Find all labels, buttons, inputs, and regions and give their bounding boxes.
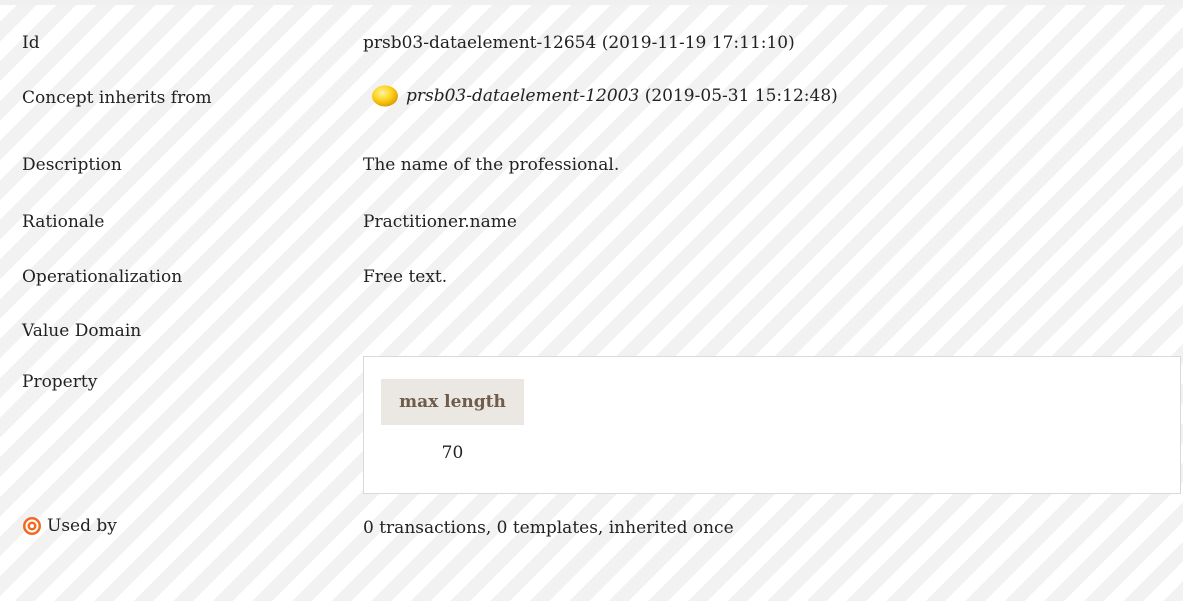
id-value: prsb03-dataelement-12654 (2019-11-19 17:… xyxy=(363,33,795,53)
used-by-label: Used by xyxy=(47,516,117,536)
rationale-value: Practitioner.name xyxy=(363,212,517,232)
property-label: Property xyxy=(22,372,98,392)
operationalization-value: Free text. xyxy=(363,267,448,287)
operationalization-label: Operationalization xyxy=(22,267,183,287)
description-label: Description xyxy=(22,155,122,175)
property-table: max length 70 xyxy=(363,356,1181,494)
used-by-label-wrap: Used by xyxy=(22,516,117,536)
value-domain-label: Value Domain xyxy=(22,321,142,341)
used-by-value: 0 transactions, 0 templates, inherited o… xyxy=(363,518,734,538)
inherits-label: Concept inherits from xyxy=(22,88,212,108)
inherits-link[interactable]: prsb03-dataelement-12003 xyxy=(406,86,639,106)
inherits-date: (2019-05-31 15:12:48) xyxy=(639,86,838,106)
inherits-value: prsb03-dataelement-12003 (2019-05-31 15:… xyxy=(370,84,838,108)
property-value-max-length: 70 xyxy=(441,443,464,463)
top-strip xyxy=(0,0,1183,5)
property-header-max-length: max length xyxy=(381,379,524,425)
description-value: The name of the professional. xyxy=(363,155,620,175)
rationale-label: Rationale xyxy=(22,212,105,232)
target-icon xyxy=(22,516,42,536)
id-label: Id xyxy=(22,33,40,53)
concept-status-icon xyxy=(370,84,400,108)
